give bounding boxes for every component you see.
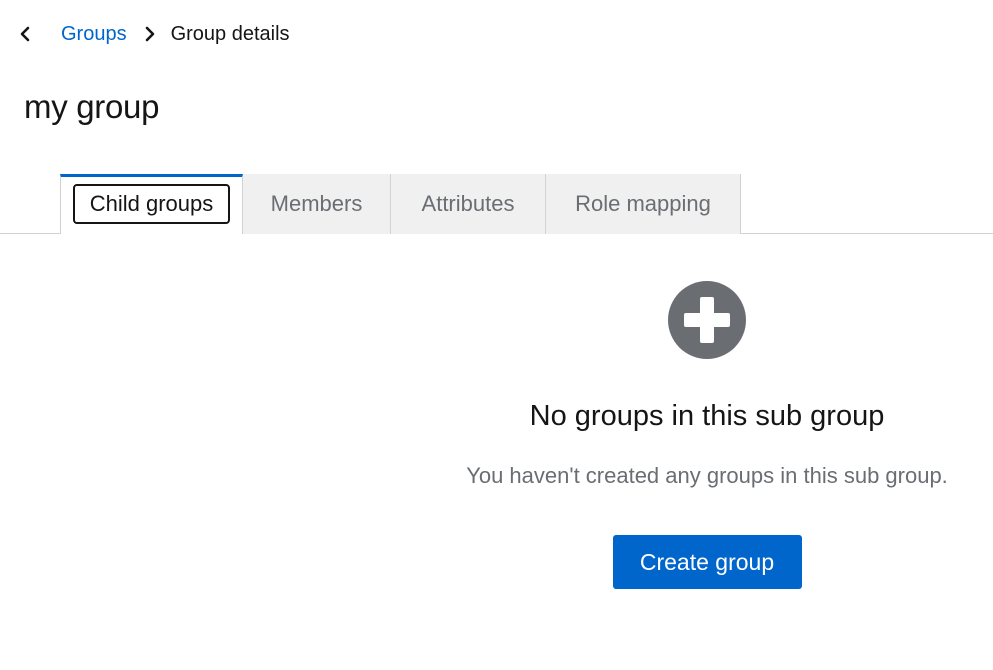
breadcrumb-link-groups[interactable]: Groups — [61, 23, 127, 46]
empty-state-body: You haven't created any groups in this s… — [466, 463, 948, 488]
tab-bar: Child groups Members Attributes Role map… — [60, 174, 741, 234]
breadcrumb-current: Group details — [170, 22, 290, 45]
tab-child-groups[interactable]: Child groups — [60, 174, 243, 234]
empty-state: No groups in this sub group You haven't … — [420, 280, 993, 589]
tab-attributes[interactable]: Attributes — [391, 174, 546, 234]
chevron-left-icon[interactable] — [17, 26, 33, 42]
tab-label: Members — [270, 191, 363, 216]
plus-circle-icon — [667, 280, 747, 360]
chevron-right-icon — [143, 26, 157, 42]
tab-label: Attributes — [421, 191, 515, 216]
empty-state-title: No groups in this sub group — [529, 400, 885, 432]
tab-members[interactable]: Members — [243, 174, 391, 234]
create-group-button[interactable]: Create group — [612, 535, 802, 589]
tab-role-mapping[interactable]: Role mapping — [546, 174, 741, 234]
tab-label: Role mapping — [575, 191, 711, 216]
breadcrumb: Groups Group details — [17, 20, 290, 48]
page-title: my group — [24, 88, 160, 125]
tab-label: Child groups — [72, 184, 231, 224]
